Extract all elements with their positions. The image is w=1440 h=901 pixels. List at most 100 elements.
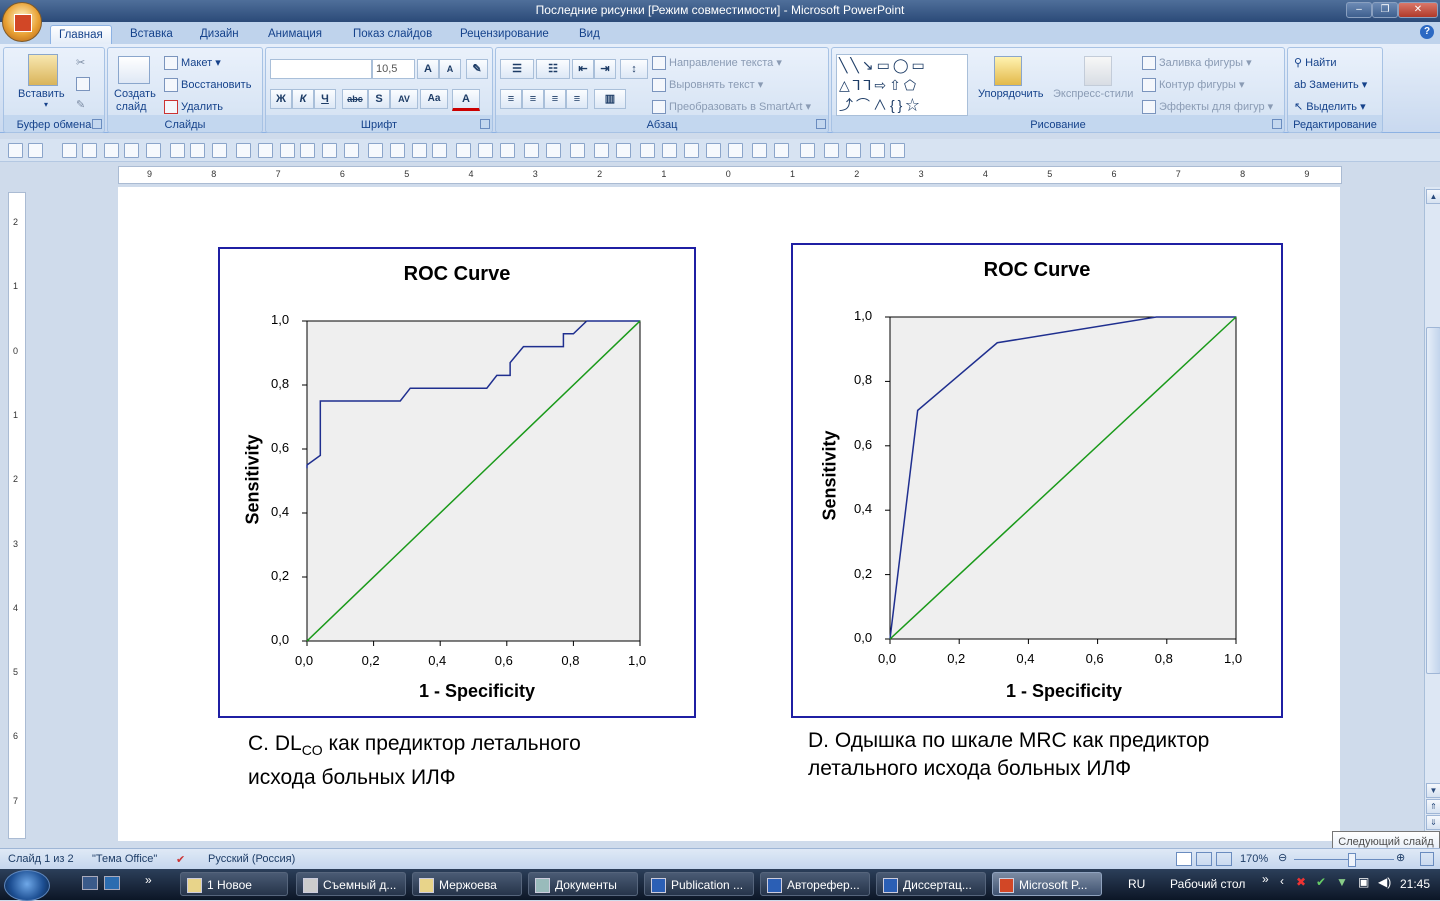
network-icon[interactable]: ▣ xyxy=(1358,875,1369,889)
copy-icon[interactable] xyxy=(76,77,93,91)
quick-launch-more-icon[interactable]: » xyxy=(145,873,152,887)
volume-icon[interactable]: ◀) xyxy=(1378,875,1391,889)
drawing-launcher-icon[interactable] xyxy=(1272,119,1282,129)
align-center-button[interactable]: ≡ xyxy=(522,89,544,109)
taskbar-item[interactable]: Съемный д... xyxy=(296,872,406,896)
font-name-field[interactable] xyxy=(270,59,372,79)
taskbar-item[interactable]: Документы xyxy=(528,872,638,896)
help-icon[interactable]: ? xyxy=(1420,25,1434,39)
paste-button[interactable]: Вставить xyxy=(18,88,65,100)
taskbar-item[interactable]: Авторефер... xyxy=(760,872,870,896)
shape-effects-button[interactable]: Эффекты для фигур ▾ xyxy=(1142,100,1273,115)
toolbar-icon[interactable] xyxy=(124,143,139,158)
zoom-in-icon[interactable]: ⊕ xyxy=(1396,851,1405,864)
replace-button[interactable]: ab Заменить ▾ xyxy=(1294,78,1367,91)
toolbar-icon[interactable] xyxy=(870,143,885,158)
tab-insert[interactable]: Вставка xyxy=(122,25,181,43)
smartart-button[interactable]: Преобразовать в SmartArt ▾ xyxy=(652,100,811,115)
quick-styles-button[interactable]: Экспресс-стили xyxy=(1053,88,1133,100)
bold-button[interactable]: Ж xyxy=(270,89,292,109)
toolbar-icon[interactable] xyxy=(8,143,23,158)
zoom-out-icon[interactable]: ⊖ xyxy=(1278,851,1287,864)
scroll-down-icon[interactable]: ▼ xyxy=(1426,783,1440,798)
taskbar-item[interactable]: Publication ... xyxy=(644,872,754,896)
toolbar-icon[interactable] xyxy=(28,143,43,158)
minimize-button[interactable]: – xyxy=(1346,2,1372,18)
vertical-scrollbar[interactable]: ▲ ▼ ⇑ ⇓ xyxy=(1424,187,1440,842)
next-slide-icon[interactable]: ⇓ xyxy=(1426,815,1440,830)
toolbar-icon[interactable] xyxy=(322,143,337,158)
shrink-font-button[interactable]: A xyxy=(439,59,461,79)
normal-view-icon[interactable] xyxy=(1176,852,1192,866)
toolbar-icon[interactable] xyxy=(728,143,743,158)
office-button[interactable] xyxy=(2,2,42,42)
toolbar-icon[interactable] xyxy=(570,143,585,158)
start-button[interactable] xyxy=(4,870,50,901)
clock[interactable]: 21:45 xyxy=(1400,877,1430,891)
zoom-level[interactable]: 170% xyxy=(1240,853,1268,865)
toolbar-icon[interactable] xyxy=(706,143,721,158)
toolbar-icon[interactable] xyxy=(258,143,273,158)
grow-font-button[interactable]: A xyxy=(417,59,439,79)
toolbar-icon[interactable] xyxy=(684,143,699,158)
taskbar-item-active[interactable]: Microsoft P... xyxy=(992,872,1102,896)
taskbar-item[interactable]: Диссертац... xyxy=(876,872,986,896)
zoom-slider[interactable] xyxy=(1294,859,1394,860)
cut-icon[interactable]: ✂ xyxy=(76,56,85,69)
toolbar-icon[interactable] xyxy=(662,143,677,158)
input-language[interactable]: RU xyxy=(1128,877,1145,891)
paste-dropdown-icon[interactable]: ▾ xyxy=(44,100,48,109)
toolbar-icon[interactable] xyxy=(62,143,77,158)
toolbar-icon[interactable] xyxy=(524,143,539,158)
paragraph-launcher-icon[interactable] xyxy=(816,119,826,129)
change-case-button[interactable]: Aa xyxy=(420,89,448,109)
desktop-toolbar[interactable]: Рабочий стол xyxy=(1170,877,1245,891)
toolbar-icon[interactable] xyxy=(456,143,471,158)
font-launcher-icon[interactable] xyxy=(480,119,490,129)
increase-indent-button[interactable]: ⇥ xyxy=(594,59,616,79)
slideshow-view-icon[interactable] xyxy=(1216,852,1232,866)
tray-security-icon[interactable]: ▼ xyxy=(1336,875,1348,889)
justify-button[interactable]: ≡ xyxy=(566,89,588,109)
font-color-button[interactable]: A xyxy=(452,89,480,111)
toolbar-icon[interactable] xyxy=(368,143,383,158)
format-painter-icon[interactable]: ✎ xyxy=(76,98,85,111)
tab-review[interactable]: Рецензирование xyxy=(452,25,557,43)
toolbar-icon[interactable] xyxy=(300,143,315,158)
taskbar-item[interactable]: 1 Новое xyxy=(180,872,288,896)
toolbar-icon[interactable] xyxy=(212,143,227,158)
toolbar-icon[interactable] xyxy=(846,143,861,158)
layout-button[interactable]: Макет ▾ xyxy=(164,56,221,71)
toolbar-icon[interactable] xyxy=(280,143,295,158)
clear-format-icon[interactable]: ✎ xyxy=(466,59,488,79)
select-button[interactable]: ↖ Выделить ▾ xyxy=(1294,100,1366,113)
shadow-button[interactable]: S xyxy=(368,89,390,109)
reset-button[interactable]: Восстановить xyxy=(164,78,251,92)
toolbar-icon[interactable] xyxy=(104,143,119,158)
tab-design[interactable]: Дизайн xyxy=(192,25,247,43)
toolbar-icon[interactable] xyxy=(594,143,609,158)
desktop-toolbar-more-icon[interactable]: » xyxy=(1262,872,1269,886)
align-left-button[interactable]: ≡ xyxy=(500,89,522,109)
language-status[interactable]: Русский (Россия) xyxy=(208,853,295,865)
toolbar-icon[interactable] xyxy=(616,143,631,158)
bullets-button[interactable]: ☰ xyxy=(500,59,534,79)
switch-windows-icon[interactable] xyxy=(104,876,120,890)
taskbar-item[interactable]: Мержоева xyxy=(412,872,522,896)
slide[interactable]: ROC Curve 1 - Specificity Sensitivity 0,… xyxy=(118,187,1340,841)
toolbar-icon[interactable] xyxy=(190,143,205,158)
columns-button[interactable]: ▥ xyxy=(594,89,626,109)
char-spacing-button[interactable]: AV xyxy=(390,89,418,109)
toolbar-icon[interactable] xyxy=(390,143,405,158)
toolbar-icon[interactable] xyxy=(890,143,905,158)
shape-fill-button[interactable]: Заливка фигуры ▾ xyxy=(1142,56,1252,71)
find-button[interactable]: ⚲ Найти xyxy=(1294,56,1337,69)
toolbar-icon[interactable] xyxy=(800,143,815,158)
fit-to-window-icon[interactable] xyxy=(1420,852,1434,866)
scroll-thumb[interactable] xyxy=(1426,327,1440,674)
theme-name[interactable]: "Тема Office" xyxy=(92,853,157,865)
toolbar-icon[interactable] xyxy=(546,143,561,158)
toolbar-icon[interactable] xyxy=(640,143,655,158)
zoom-slider-thumb[interactable] xyxy=(1348,853,1356,867)
scroll-up-icon[interactable]: ▲ xyxy=(1426,189,1440,204)
